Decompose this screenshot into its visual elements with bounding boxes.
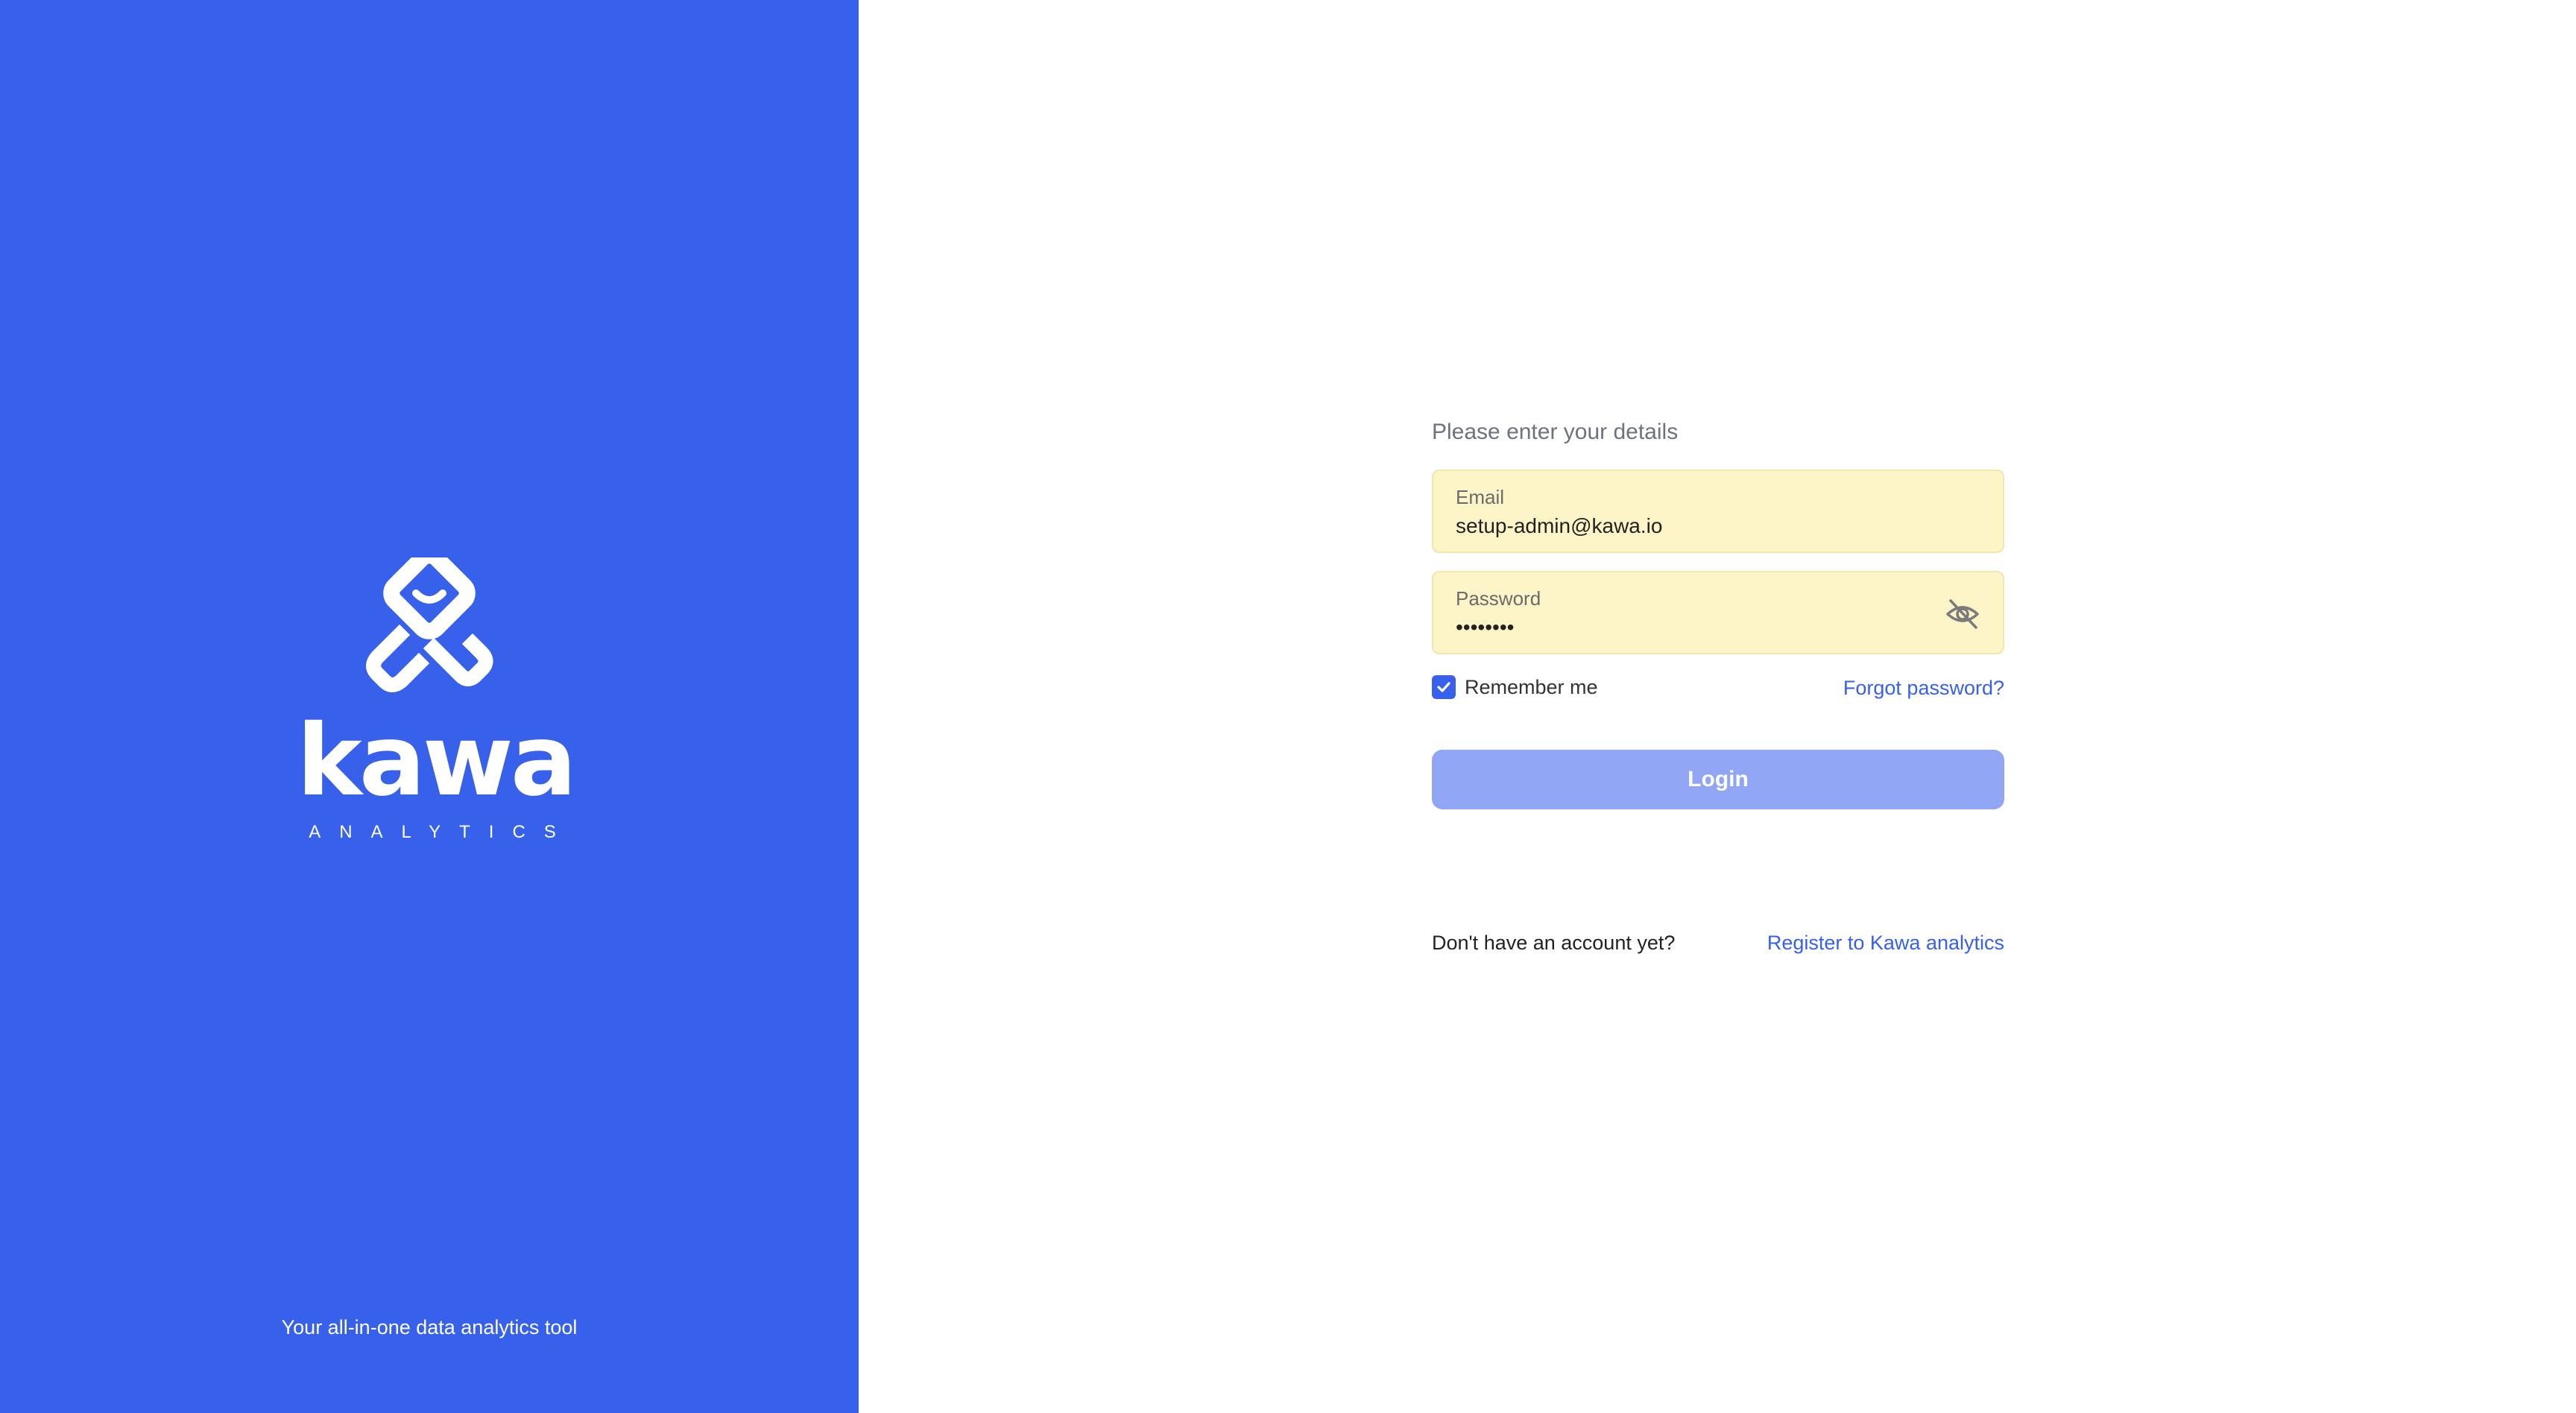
register-row: Don't have an account yet? Register to K… [1432, 929, 2004, 958]
password-label: Password [1456, 587, 1541, 610]
brand-subtitle: ANALYTICS [309, 822, 575, 842]
eye-off-icon[interactable] [1945, 596, 1980, 632]
login-page: kawa ANALYTICS Your all-in-one data anal… [0, 0, 2576, 1413]
brand-panel: kawa ANALYTICS Your all-in-one data anal… [0, 0, 859, 1413]
no-account-text: Don't have an account yet? [1432, 932, 1676, 954]
checkmark-icon [1437, 682, 1450, 692]
email-field[interactable]: Email [1432, 470, 2004, 553]
login-button[interactable]: Login [1432, 750, 2004, 809]
remember-me[interactable]: Remember me [1432, 675, 1598, 699]
password-input[interactable] [1456, 616, 1933, 639]
options-row: Remember me Forgot password? [1432, 671, 2004, 704]
email-label: Email [1456, 486, 1505, 508]
brand-wordmark: kawa [297, 704, 577, 818]
remember-me-label: Remember me [1465, 675, 1598, 698]
brand-tagline: Your all-in-one data analytics tool [281, 1316, 578, 1338]
password-field[interactable]: Password [1432, 571, 2004, 654]
form-subtitle: Please enter your details [1432, 420, 1679, 444]
remember-me-checkbox[interactable] [1432, 675, 1456, 699]
forgot-password-link[interactable]: Forgot password? [1843, 677, 2004, 700]
login-form: Please enter your details Email Password [1432, 417, 2004, 958]
kawa-logo-icon [366, 557, 493, 692]
register-link[interactable]: Register to Kawa analytics [1767, 932, 2004, 955]
email-input[interactable] [1456, 514, 1933, 538]
